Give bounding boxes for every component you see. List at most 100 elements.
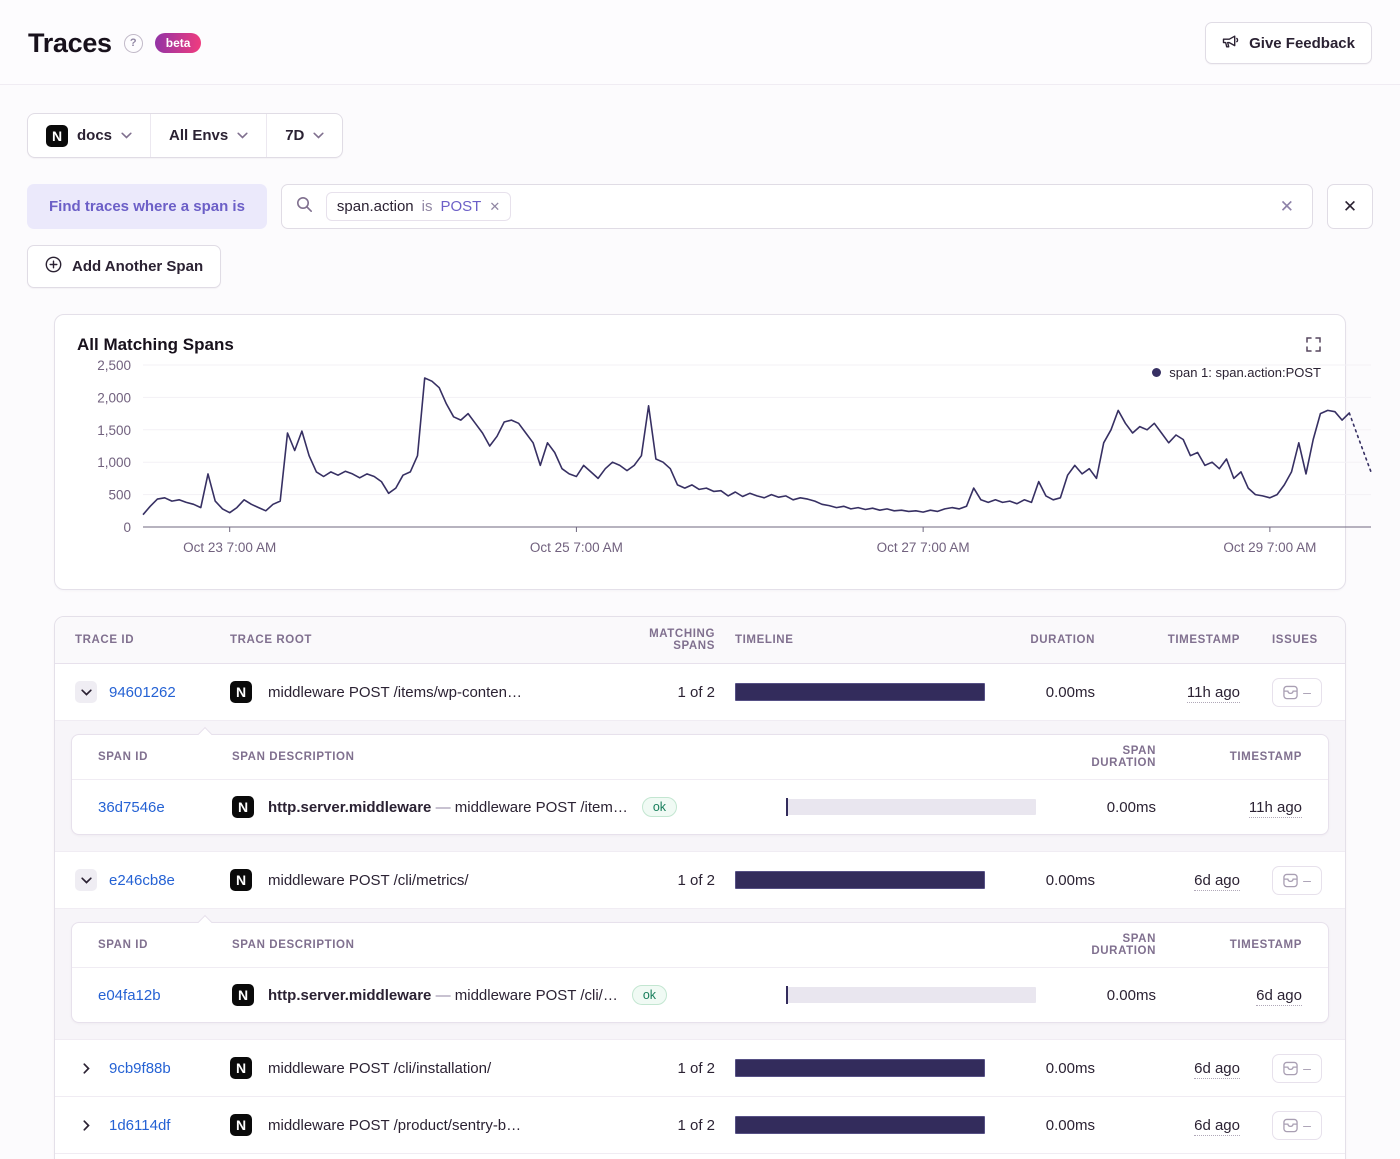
span-timeline-bar: [786, 799, 1036, 815]
trace-id-link[interactable]: 94601262: [109, 684, 176, 701]
token-remove-icon[interactable]: ✕: [489, 199, 500, 215]
help-icon[interactable]: ?: [124, 34, 143, 53]
trace-row: 9cb9f88b Nmiddleware POST /cli/installati…: [55, 1040, 1345, 1097]
col-header-timeline: TIMELINE: [725, 634, 995, 646]
project-selector[interactable]: N docs: [28, 114, 150, 157]
col-header-matching-spans: MATCHING SPANS: [605, 628, 725, 652]
trace-duration: 0.00ms: [995, 1117, 1105, 1134]
chart-legend: span 1: span.action:POST: [1152, 365, 1321, 380]
date-range-selector[interactable]: 7D: [266, 114, 342, 157]
search-icon: [296, 196, 313, 217]
project-selector-label: docs: [77, 127, 112, 144]
span-status-badge: ok: [632, 985, 667, 1006]
nextjs-project-icon: N: [232, 984, 254, 1006]
collapse-row-chevron[interactable]: [75, 681, 97, 703]
trace-root-text: middleware POST /cli/installation/: [268, 1060, 491, 1077]
token-operator: is: [422, 198, 433, 215]
chevron-down-icon: [121, 132, 132, 139]
col-header-span-duration: SPAN DURATION: [1046, 933, 1166, 957]
line-chart[interactable]: 05001,0001,5002,0002,500Oct 23 7:00 AMOc…: [77, 355, 1323, 579]
trace-timeline-bar: [735, 683, 985, 701]
plus-circle-icon: [45, 256, 62, 277]
col-header-span-description: SPAN DESCRIPTION: [222, 751, 776, 763]
col-header-span-description: SPAN DESCRIPTION: [222, 939, 776, 951]
svg-text:500: 500: [108, 488, 131, 503]
remove-span-condition-button[interactable]: ✕: [1327, 184, 1373, 229]
trace-duration: 0.00ms: [995, 684, 1105, 701]
expand-row-chevron[interactable]: [75, 1120, 97, 1131]
trace-timestamp: 6d ago: [1194, 1117, 1240, 1136]
span-row: e04fa12b Nhttp.server.middleware — middle…: [72, 968, 1328, 1022]
trace-row: 94601262Nmiddleware POST /items/wp-conte…: [55, 664, 1345, 721]
trace-row: 5b72a6bfNmiddleware POST /security-legal…: [55, 1154, 1345, 1159]
col-header-span-timestamp: TIMESTAMP: [1166, 939, 1328, 951]
svg-text:Oct 27 7:00 AM: Oct 27 7:00 AM: [877, 540, 970, 555]
date-range-selector-label: 7D: [285, 127, 304, 144]
sub-table-header-row: SPAN IDSPAN DESCRIPTION SPAN DURATIONTIME…: [72, 735, 1328, 780]
col-header-trace-root: TRACE ROOT: [220, 634, 605, 646]
sub-table-header-row: SPAN IDSPAN DESCRIPTIONSPAN DURATIONTIME…: [72, 923, 1328, 968]
give-feedback-button[interactable]: Give Feedback: [1205, 22, 1372, 64]
issues-empty-dash: –: [1303, 873, 1311, 887]
add-another-span-button[interactable]: Add Another Span: [27, 245, 221, 288]
col-header-span-duration: SPAN DURATION: [1046, 745, 1166, 769]
legend-dot-icon: [1152, 368, 1161, 377]
environment-selector[interactable]: All Envs: [150, 114, 266, 157]
token-key: span.action: [337, 198, 414, 215]
issues-empty-dash: –: [1303, 1061, 1311, 1075]
svg-text:Oct 25 7:00 AM: Oct 25 7:00 AM: [530, 540, 623, 555]
span-timeline-bar: [786, 987, 1036, 1003]
spans-sub-table: SPAN IDSPAN DESCRIPTION SPAN DURATIONTIME…: [71, 734, 1329, 835]
col-header-timestamp: TIMESTAMP: [1105, 634, 1250, 646]
trace-root-text: middleware POST /product/sentry-b…: [268, 1117, 521, 1134]
trace-row: e246cb8eNmiddleware POST /cli/metrics/1 …: [55, 852, 1345, 909]
issues-button[interactable]: –: [1272, 678, 1322, 707]
trace-row: 1d6114df Nmiddleware POST /product/sentry…: [55, 1097, 1345, 1154]
trace-timestamp: 6d ago: [1194, 1060, 1240, 1079]
trace-duration: 0.00ms: [995, 872, 1105, 889]
span-timeline-tick: [786, 986, 788, 1004]
search-filter-token[interactable]: span.action is POST ✕: [326, 192, 511, 221]
trace-root-text: middleware POST /cli/metrics/: [268, 872, 469, 889]
page-title: Traces: [28, 28, 112, 59]
matching-spans-count: 1 of 2: [605, 684, 725, 701]
svg-text:1,500: 1,500: [97, 423, 131, 438]
matching-spans-count: 1 of 2: [605, 1060, 725, 1077]
token-value: POST: [441, 198, 482, 215]
trace-timeline-bar: [735, 1059, 985, 1077]
issues-button[interactable]: –: [1272, 1111, 1322, 1140]
give-feedback-label: Give Feedback: [1249, 35, 1355, 52]
span-search-input[interactable]: span.action is POST ✕ ✕: [281, 184, 1313, 229]
expand-row-chevron[interactable]: [75, 1063, 97, 1074]
trace-timestamp: 11h ago: [1187, 684, 1240, 703]
issues-button[interactable]: –: [1272, 1054, 1322, 1083]
nextjs-project-icon: N: [230, 1114, 252, 1136]
add-another-span-label: Add Another Span: [72, 258, 203, 275]
issues-button[interactable]: –: [1272, 866, 1322, 895]
col-header-span-timestamp: TIMESTAMP: [1166, 751, 1328, 763]
issues-empty-dash: –: [1303, 685, 1311, 699]
nextjs-project-icon: N: [230, 1057, 252, 1079]
collapse-row-chevron[interactable]: [75, 869, 97, 891]
span-id-link[interactable]: 36d7546e: [98, 799, 165, 816]
span-id-link[interactable]: e04fa12b: [98, 987, 161, 1004]
svg-text:Oct 29 7:00 AM: Oct 29 7:00 AM: [1223, 540, 1316, 555]
chevron-down-icon: [313, 132, 324, 139]
nextjs-project-icon: N: [232, 796, 254, 818]
col-header-span-id: SPAN ID: [72, 751, 222, 763]
trace-id-link[interactable]: 1d6114df: [109, 1117, 170, 1134]
trace-id-link[interactable]: e246cb8e: [109, 872, 175, 889]
traces-table: TRACE ID TRACE ROOT MATCHING SPANS TIMEL…: [54, 616, 1346, 1159]
trace-timeline-bar: [735, 1116, 985, 1134]
span-duration: 0.00ms: [1046, 799, 1166, 816]
span-description-text: http.server.middleware — middleware POST…: [268, 987, 618, 1004]
trace-id-link[interactable]: 9cb9f88b: [109, 1060, 171, 1077]
table-header-row: TRACE ID TRACE ROOT MATCHING SPANS TIMEL…: [55, 617, 1345, 664]
fullscreen-icon[interactable]: [1306, 337, 1321, 356]
table-body: 94601262Nmiddleware POST /items/wp-conte…: [55, 664, 1345, 1159]
clear-search-icon[interactable]: ✕: [1276, 197, 1298, 217]
legend-label: span 1: span.action:POST: [1169, 365, 1321, 380]
svg-text:1,000: 1,000: [97, 455, 131, 470]
svg-text:2,000: 2,000: [97, 390, 131, 405]
chart-svg: 05001,0001,5002,0002,500Oct 23 7:00 AMOc…: [77, 355, 1377, 575]
